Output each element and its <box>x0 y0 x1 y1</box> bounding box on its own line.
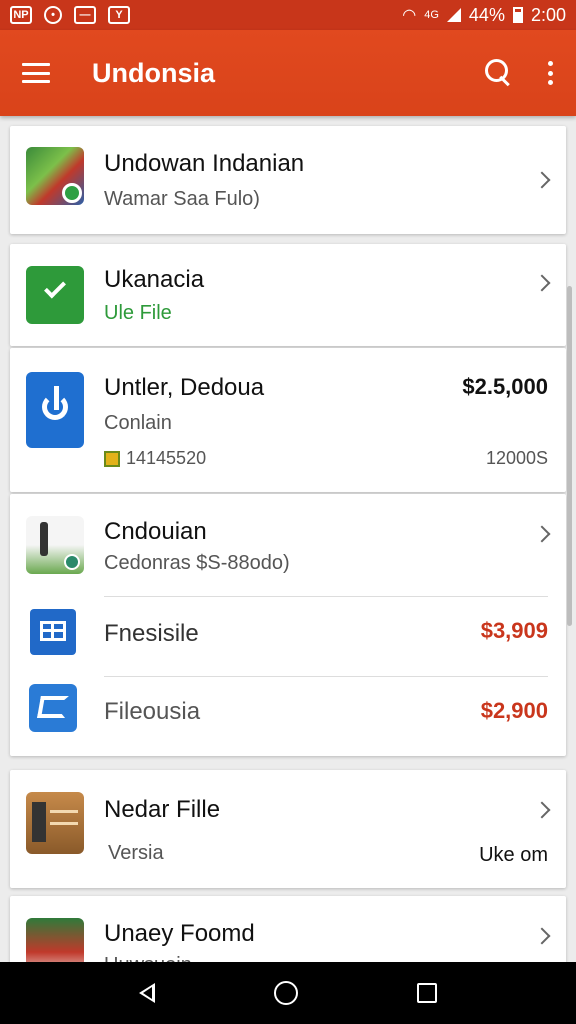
file-list: Undowan Indanian Wamar Saa Fulo) Ukanaci… <box>0 116 576 962</box>
blue-box-icon <box>29 684 77 732</box>
item-title: Fnesisile <box>104 620 199 647</box>
item-subtitle: Cedonras $S-88odo) <box>104 552 290 574</box>
battery-percent: 44% <box>468 4 505 25</box>
item-subtitle: Versia <box>108 842 164 864</box>
blue-doc-icon <box>30 609 76 655</box>
item-subtitle: Ule File <box>104 302 172 324</box>
list-item-ukanacia[interactable]: Ukanacia Ule File <box>10 244 566 346</box>
item-price: $2,900 <box>480 698 548 723</box>
wifi-icon: ◠ <box>402 7 417 24</box>
item-title: Cndouian <box>104 518 207 545</box>
list-item-unaey-foomd[interactable]: Unaey Foomd Uuwsuoin <box>10 896 566 962</box>
battery-icon <box>512 7 523 23</box>
chevron-right-icon[interactable] <box>533 927 551 945</box>
scrollbar[interactable] <box>567 286 572 626</box>
item-title: Untler, Dedoua <box>104 374 265 401</box>
item-subtitle: Conlain <box>104 412 172 434</box>
back-icon[interactable] <box>139 983 156 1003</box>
item-meta: 14145520 <box>104 448 206 469</box>
item-meta-right: Uke om <box>479 844 548 866</box>
status-bar: NP • — Y ◠ 4G 44% 2:00 <box>0 0 576 30</box>
navigation-bar <box>0 962 576 1024</box>
chevron-right-icon[interactable] <box>533 274 551 292</box>
tag-icon <box>104 450 120 467</box>
app-title: Undonsia <box>92 57 216 88</box>
list-item-untler[interactable]: Untler, Dedoua Conlain 14145520 $2.5,000… <box>10 348 566 492</box>
item-subtitle: Uuwsuoin <box>104 954 192 962</box>
blue-app-icon <box>26 372 84 448</box>
green-check-icon <box>26 266 84 324</box>
more-options-icon[interactable] <box>548 61 554 85</box>
chevron-right-icon[interactable] <box>533 525 551 543</box>
home-icon[interactable] <box>273 981 298 1005</box>
search-icon[interactable] <box>484 58 514 88</box>
app-bar: Undonsia <box>0 30 576 116</box>
clock-icon: • <box>44 6 62 24</box>
item-title: Undowan Indanian <box>104 150 305 177</box>
house-app-icon <box>26 918 84 962</box>
notification-np-icon: NP <box>10 6 32 24</box>
chevron-right-icon[interactable] <box>533 171 551 189</box>
network-label: 4G <box>424 9 439 21</box>
divider <box>104 596 548 597</box>
signal-icon <box>446 8 461 22</box>
item-meta-left: 14145520 <box>126 448 207 468</box>
item-title: Unaey Foomd <box>104 920 255 947</box>
item-price: $2.5,000 <box>462 374 548 399</box>
item-title: Fileousia <box>104 698 201 725</box>
list-item-cndouian[interactable]: Cndouian Cedonras $S-88odo) <box>10 494 566 594</box>
list-item-fileousia[interactable]: Fileousia $2,900 <box>10 678 566 754</box>
chevron-right-icon[interactable] <box>533 801 551 819</box>
grouped-card: Cndouian Cedonras $S-88odo) Fnesisile $3… <box>10 494 566 756</box>
divider <box>104 676 548 677</box>
list-item-fnesisile[interactable]: Fnesisile $3,909 <box>10 598 566 674</box>
clock-time: 2:00 <box>530 4 566 25</box>
item-meta-right: 12000S <box>485 448 548 468</box>
item-title: Ukanacia <box>104 266 205 293</box>
item-title: Nedar Fille <box>104 796 221 823</box>
item-price: $3,909 <box>480 618 548 643</box>
item-subtitle: Wamar Saa Fulo) <box>104 188 260 210</box>
recent-apps-icon[interactable] <box>416 983 437 1003</box>
landscape-app-icon <box>26 147 84 205</box>
wood-app-icon <box>26 792 84 854</box>
message-icon: — <box>74 6 96 24</box>
list-item-nedar-fille[interactable]: Nedar Fille Versia Uke om <box>10 770 566 888</box>
menu-icon[interactable] <box>22 63 50 83</box>
notification-y-icon: Y <box>108 6 130 24</box>
list-item-undowan[interactable]: Undowan Indanian Wamar Saa Fulo) <box>10 126 566 234</box>
golf-app-icon <box>26 516 84 574</box>
